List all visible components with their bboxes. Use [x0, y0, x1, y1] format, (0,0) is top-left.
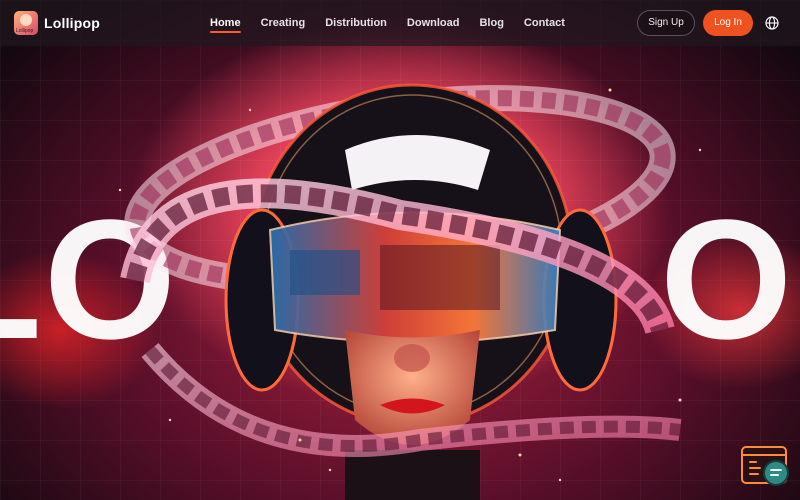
- hero-banner: LO OL: [0, 0, 800, 500]
- nav-item-blog[interactable]: Blog: [479, 0, 503, 46]
- nav-item-home[interactable]: Home: [210, 0, 241, 46]
- logo-wordmark: Lollipop: [16, 28, 34, 34]
- chat-bubble-icon: [763, 460, 789, 486]
- nav-links: Home Creating Distribution Download Blog…: [210, 0, 585, 46]
- nav-item-download[interactable]: Download: [407, 0, 460, 46]
- nav-item-creating[interactable]: Creating: [261, 0, 306, 46]
- globe-icon[interactable]: [765, 16, 779, 30]
- brand-logo: Lollipop: [14, 11, 38, 35]
- sign-up-button[interactable]: Sign Up: [637, 10, 695, 36]
- nav-item-distribution[interactable]: Distribution: [325, 0, 387, 46]
- brand-name: Lollipop: [44, 15, 101, 31]
- face: [345, 330, 480, 500]
- log-in-button[interactable]: Log In: [703, 10, 753, 36]
- hero-illustration: [118, 83, 702, 500]
- nav-item-contact[interactable]: Contact: [524, 0, 565, 46]
- floating-support-widget[interactable]: [741, 446, 791, 488]
- top-navbar: Lollipop Lollipop Home Creating Distribu…: [0, 0, 800, 46]
- brand[interactable]: Lollipop Lollipop: [14, 11, 100, 35]
- logo-mascot-icon: [20, 14, 32, 26]
